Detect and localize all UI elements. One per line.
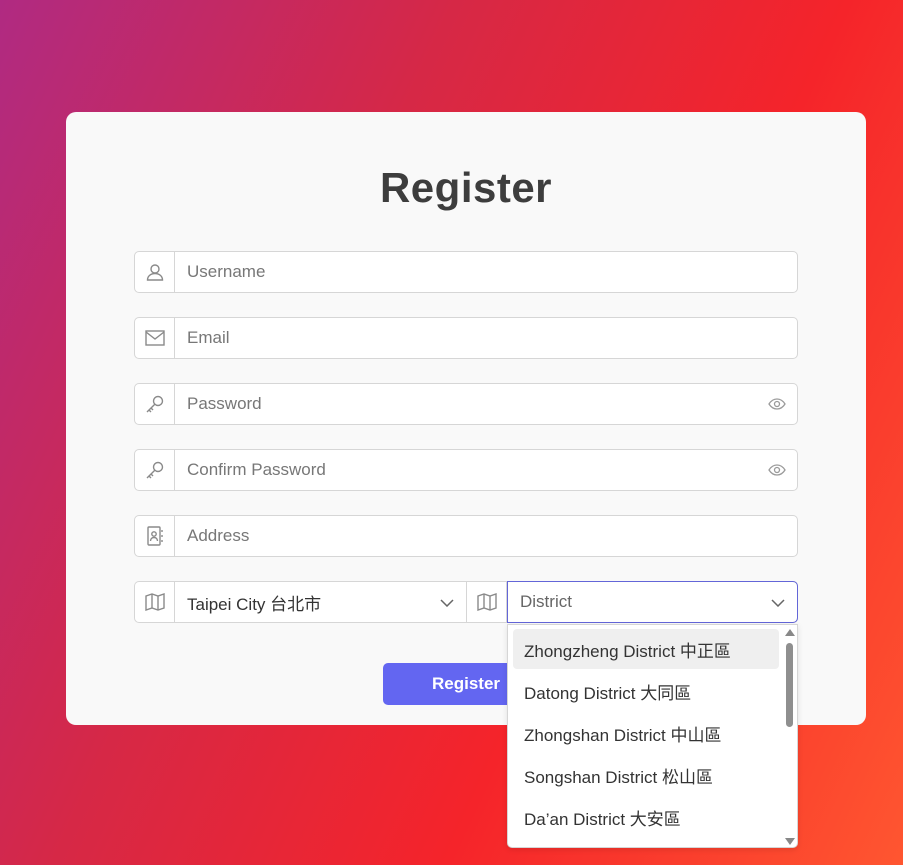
district-select[interactable]: District [507,581,798,623]
user-icon [135,252,175,292]
username-field [134,251,798,293]
key-icon [135,450,175,490]
district-select-value: District [520,592,572,611]
scrollbar-thumb[interactable] [786,643,793,727]
dropdown-option[interactable]: Datong District 大同區 [513,671,779,711]
address-input[interactable] [175,516,797,556]
city-select-value: Taipei City 台北市 [187,594,322,614]
dropdown-option[interactable]: Zhongshan District 中山區 [513,713,779,753]
location-select-row: Taipei City 台北市 District [134,581,798,623]
chevron-down-icon [440,592,454,612]
email-input[interactable] [175,318,797,358]
eye-icon[interactable] [757,384,797,424]
map-icon [135,582,175,622]
map-icon [467,582,507,622]
chevron-down-icon [771,592,785,612]
dropdown-option[interactable]: Songshan District 松山區 [513,755,779,795]
email-field [134,317,798,359]
envelope-icon [135,318,175,358]
scroll-up-arrow-icon[interactable] [785,629,795,636]
dropdown-option[interactable]: Zhongzheng District 中正區 [513,629,779,669]
district-dropdown: Zhongzheng District 中正區 Datong District … [507,624,798,848]
confirm-password-input[interactable] [175,450,757,490]
password-field [134,383,798,425]
dropdown-scrollbar[interactable] [784,629,795,845]
address-field [134,515,798,557]
address-book-icon [135,516,175,556]
key-icon [135,384,175,424]
password-input[interactable] [175,384,757,424]
username-input[interactable] [175,252,797,292]
scroll-down-arrow-icon[interactable] [785,838,795,845]
district-select-group: District [466,581,798,623]
page-title: Register [379,164,553,211]
dropdown-option[interactable]: Da’an District 大安區 [513,797,779,837]
city-select[interactable]: Taipei City 台北市 [175,582,466,622]
confirm-password-field [134,449,798,491]
city-select-group: Taipei City 台北市 [134,581,466,623]
eye-icon[interactable] [757,450,797,490]
